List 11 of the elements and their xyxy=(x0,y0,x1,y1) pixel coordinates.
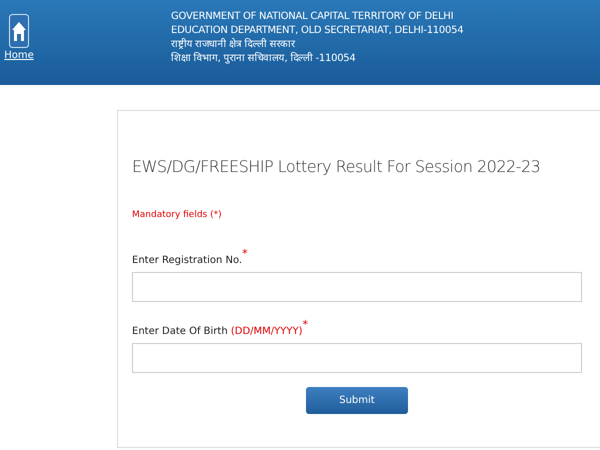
header-line: शिक्षा विभाग, पुराना सचिवालय, दिल्ली -110054 xyxy=(171,52,357,66)
submit-button[interactable]: Submit xyxy=(306,386,408,414)
form-title: EWS/DG/FREESHIP Lottery Result For Session 2022-23 xyxy=(132,156,542,178)
header-line: EDUCATION DEPARTMENT, OLD SECRETARIAT, DELHI-110054 xyxy=(171,24,464,38)
input-field[interactable] xyxy=(132,272,582,302)
home-link[interactable]: Home xyxy=(7,14,31,63)
header-line: GOVERNMENT OF NATIONAL CAPITAL TERRITORY OF DELHI xyxy=(171,10,454,24)
home-icon xyxy=(9,14,29,48)
input-field[interactable] xyxy=(132,342,582,372)
mandatory-note: Mandatory fields (*) xyxy=(132,209,223,222)
header-line: राष्ट्रीय राजधानी क्षेत्र दिल्ली सरकार xyxy=(171,38,296,52)
